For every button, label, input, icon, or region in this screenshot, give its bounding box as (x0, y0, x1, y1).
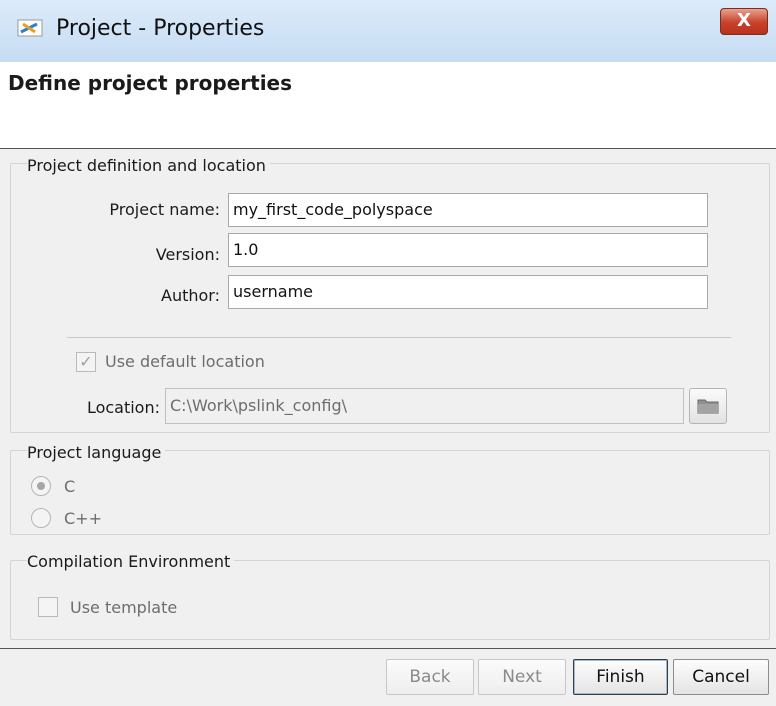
button-bar: Back Next Finish Cancel (0, 648, 776, 706)
language-c-label: C (64, 477, 76, 496)
language-c-radio[interactable] (31, 476, 51, 496)
project-definition-section-title: Project definition and location (27, 156, 270, 175)
polyspace-app-icon (17, 17, 43, 39)
author-field[interactable]: username (228, 275, 708, 309)
page-title: Define project properties (8, 71, 293, 95)
close-icon: X (737, 10, 751, 31)
close-button[interactable]: X (720, 8, 768, 35)
version-field[interactable]: 1.0 (228, 233, 708, 267)
project-name-field[interactable]: my_first_code_polyspace (228, 193, 708, 227)
version-label: Version: (155, 245, 220, 264)
back-button[interactable]: Back (386, 659, 474, 695)
window-title: Project - Properties (56, 16, 265, 41)
language-cpp-label: C++ (64, 509, 102, 528)
title-bar: Project - Properties X (0, 0, 776, 63)
language-cpp-radio[interactable] (31, 508, 51, 528)
use-default-location-label: Use default location (105, 352, 265, 371)
compilation-environment-section-title: Compilation Environment (27, 552, 235, 571)
use-default-location-checkbox[interactable]: ✓ (76, 352, 96, 372)
check-icon: ✓ (79, 352, 93, 371)
location-divider (67, 337, 731, 338)
use-template-label: Use template (70, 598, 178, 617)
wizard-header: Define project properties (0, 62, 776, 149)
browse-folder-button[interactable] (689, 388, 727, 424)
finish-button[interactable]: Finish (573, 659, 668, 695)
location-label: Location: (86, 398, 160, 417)
folder-icon (697, 399, 719, 414)
location-field[interactable]: C:\Work\pslink_config\ (165, 388, 684, 424)
author-label: Author: (161, 286, 220, 305)
next-button[interactable]: Next (478, 659, 566, 695)
project-language-section (10, 450, 770, 535)
project-name-label: Project name: (109, 200, 220, 219)
project-language-section-title: Project language (27, 443, 166, 462)
cancel-button[interactable]: Cancel (673, 659, 769, 695)
use-template-checkbox[interactable] (38, 597, 58, 617)
